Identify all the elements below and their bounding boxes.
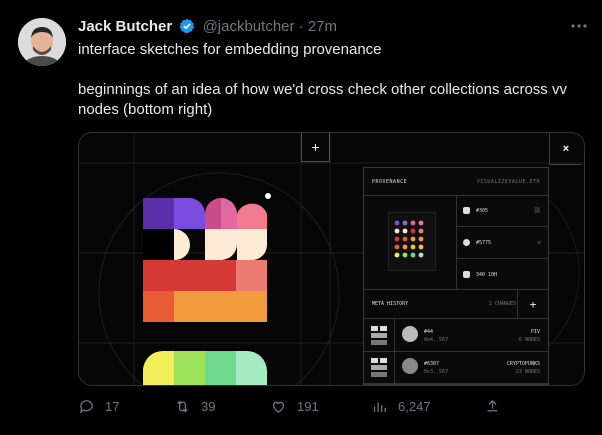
check-icon <box>463 239 470 246</box>
provenance-title: PROVENANCE <box>372 178 408 185</box>
views-button[interactable]: 6,247 <box>371 398 431 415</box>
author-handle[interactable]: @jackbutcher <box>203 18 295 35</box>
retweet-count: 39 <box>201 399 216 414</box>
meta-add-button[interactable]: + <box>517 289 548 319</box>
meta-history-row[interactable]: #44 0x4..567 PIV 6 NODES <box>364 319 548 352</box>
token-id: #44 <box>424 329 434 335</box>
node-count: 23 NODES <box>515 369 540 375</box>
provenance-item-label: 340 10H <box>476 271 498 278</box>
provenance-body: #305 ⛓ #5775 ⇄ 340 10H <box>364 195 549 290</box>
link-icon[interactable]: ⛓ <box>533 207 541 214</box>
dot-grid-thumbnail <box>388 212 436 271</box>
provenance-panel: PROVENANCE VISUALIZEVALUE.ETH #305 ⛓ #57… <box>363 167 549 385</box>
author-name[interactable]: Jack Butcher <box>78 18 172 35</box>
retweet-button[interactable]: 39 <box>174 398 215 415</box>
meta-history-title: META HISTORY <box>372 300 409 307</box>
provenance-list: #305 ⛓ #5775 ⇄ 340 10H <box>456 195 549 289</box>
owner-avatar <box>402 326 418 342</box>
add-button[interactable]: + <box>301 133 330 162</box>
more-options-icon[interactable] <box>570 16 588 34</box>
tweet-header: Jack Butcher @jackbutcher · 27m <box>78 17 337 37</box>
reply-button[interactable]: 17 <box>78 398 119 415</box>
tweet-timestamp[interactable]: 27m <box>308 18 337 35</box>
meta-separator: · <box>298 18 304 35</box>
hourglass-icon <box>463 271 470 278</box>
author-avatar[interactable] <box>18 18 66 66</box>
reply-count: 17 <box>105 399 120 414</box>
swap-icon[interactable]: ⇄ <box>537 239 541 246</box>
tweet-action-bar: 17 39 191 6,247 <box>0 398 602 418</box>
tweet-text: interface sketches for embedding provena… <box>78 40 593 120</box>
tweet-media-image[interactable]: + × PROVENANCE VISUALIZEVALUE.ETH #305 ⛓… <box>78 132 585 386</box>
token-id: #6307 <box>424 361 440 367</box>
provenance-item: 340 10H <box>457 259 549 290</box>
artwork-thumbnail-icon <box>371 326 387 345</box>
like-count: 191 <box>297 399 319 414</box>
views-chart-icon <box>373 402 386 413</box>
verified-badge-icon <box>179 18 195 34</box>
share-button[interactable] <box>484 398 511 415</box>
share-icon <box>487 399 498 412</box>
meta-history-count: 2 CHANGES <box>488 300 516 307</box>
retweet-icon <box>177 400 188 413</box>
tweet-line-1: interface sketches for embedding provena… <box>78 41 382 58</box>
avatar-portrait-image <box>18 18 66 66</box>
views-count: 6,247 <box>398 399 431 414</box>
provenance-item-label: #305 <box>476 207 489 214</box>
like-button[interactable]: 191 <box>270 398 319 415</box>
meta-history-header: META HISTORY 2 CHANGES + <box>364 289 548 319</box>
node-count: 6 NODES <box>518 337 540 343</box>
provenance-domain: VISUALIZEVALUE.ETH <box>476 178 540 185</box>
tweet-line-2: beginnings of an idea of how we'd cross … <box>78 81 567 118</box>
owner-address: 0x4..567 <box>424 337 449 343</box>
collection-name: PIV <box>530 329 540 335</box>
heart-icon <box>272 401 285 413</box>
reply-icon <box>79 400 93 414</box>
provenance-item-label: #5775 <box>476 239 492 246</box>
meta-history-row[interactable]: #6307 0x3..567 CRYPTOPUNKS 23 NODES <box>364 351 548 384</box>
owner-avatar <box>402 358 418 374</box>
close-button[interactable]: × <box>549 133 582 165</box>
owner-address: 0x3..567 <box>424 369 449 375</box>
provenance-item[interactable]: #305 ⛓ <box>457 195 549 227</box>
collection-name: CRYPTOPUNKS <box>506 361 540 367</box>
artwork-thumbnail-icon <box>371 358 387 377</box>
provenance-header: PROVENANCE VISUALIZEVALUE.ETH <box>364 168 548 196</box>
provenance-item[interactable]: #5775 ⇄ <box>457 227 549 259</box>
collection-icon <box>463 207 470 214</box>
